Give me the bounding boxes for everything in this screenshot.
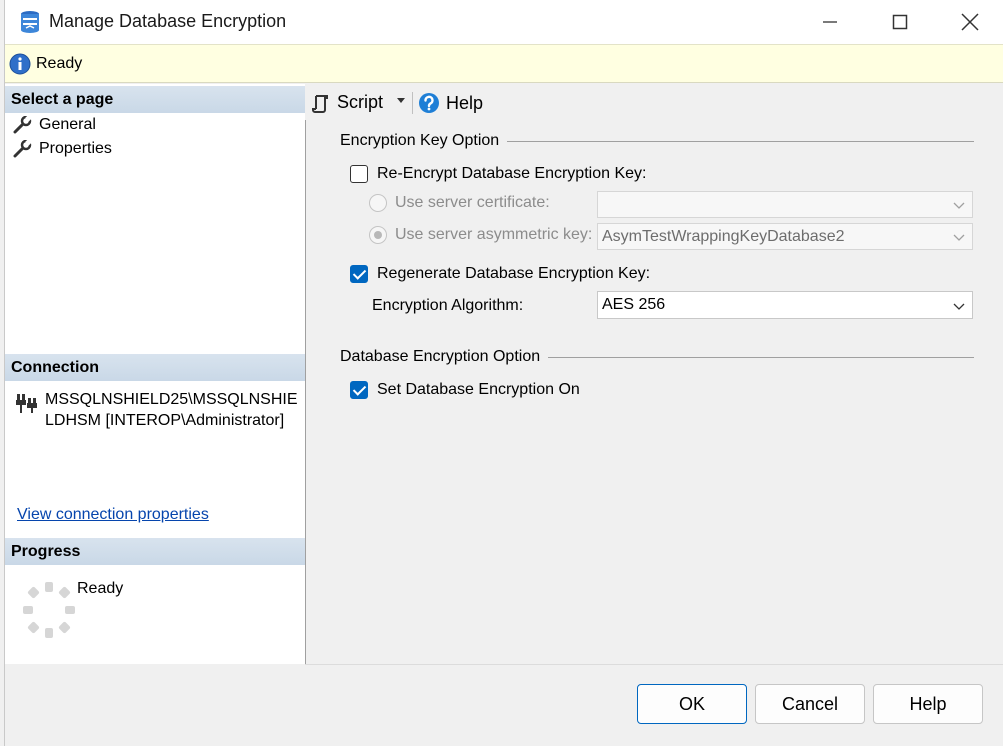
connection-plug-icon (16, 394, 37, 413)
close-button[interactable] (935, 0, 1003, 44)
page-item-label: Properties (39, 140, 112, 157)
server-asymmetric-key-select[interactable]: AsymTestWrappingKeyDatabase2 (597, 223, 973, 250)
status-text: Ready (36, 55, 83, 72)
reencrypt-checkbox[interactable] (350, 165, 368, 183)
server-asymmetric-key-label: Use server asymmetric key: (395, 226, 593, 243)
maximize-icon (892, 14, 908, 30)
server-certificate-radio[interactable] (369, 194, 387, 212)
encryption-key-group-title: Encryption Key Option (340, 132, 508, 150)
encryption-algorithm-select[interactable]: AES 256 (597, 291, 973, 319)
regenerate-key-checkbox[interactable] (350, 265, 368, 283)
script-label: Script (337, 92, 384, 112)
script-icon (312, 94, 328, 113)
help-button[interactable]: Help (873, 684, 983, 724)
connection-header: Connection (5, 354, 305, 381)
page-item-general[interactable]: General (13, 116, 96, 134)
ok-button[interactable]: OK (637, 684, 747, 724)
progress-status: Ready (77, 580, 124, 597)
script-dropdown-arrow[interactable] (397, 98, 405, 104)
help-icon (419, 93, 439, 113)
minimize-button[interactable] (795, 0, 865, 44)
connection-text: MSSQLNSHIELD25\MSSQLNSHIELDHSM [INTEROP\… (45, 391, 298, 429)
reencrypt-label: Re-Encrypt Database Encryption Key: (377, 165, 647, 182)
caret-down-icon (397, 98, 405, 103)
set-encryption-on-label: Set Database Encryption On (377, 381, 580, 398)
chevron-down-icon (953, 202, 965, 209)
database-app-icon (21, 11, 39, 33)
chevron-down-icon (953, 303, 965, 310)
close-icon (961, 13, 979, 31)
view-connection-properties-link[interactable]: View connection properties (17, 506, 209, 524)
server-certificate-select[interactable] (597, 191, 973, 218)
server-certificate-label: Use server certificate: (395, 194, 550, 211)
regenerate-key-label: Regenerate Database Encryption Key: (377, 265, 651, 282)
chevron-down-icon (953, 234, 965, 241)
server-asymmetric-key-radio[interactable] (369, 226, 387, 244)
help-toolbar-button[interactable]: Help (418, 92, 483, 114)
select-page-header: Select a page (5, 86, 305, 113)
left-panel: Select a page General Properties Connect… (5, 84, 306, 664)
window-title: Manage Database Encryption (49, 11, 287, 31)
dialog-window: Manage Database Encryption Ready Select … (4, 0, 1003, 746)
cancel-button[interactable]: Cancel (755, 684, 865, 724)
toolbar: Script Help (305, 84, 1003, 120)
progress-spinner-icon (23, 582, 75, 638)
footer-divider (305, 664, 1003, 665)
progress-header: Progress (5, 538, 305, 565)
script-button[interactable]: Script (311, 92, 383, 113)
maximize-button[interactable] (865, 0, 935, 44)
wrench-icon (13, 140, 32, 158)
encryption-algorithm-label: Encryption Algorithm: (372, 297, 524, 314)
set-encryption-on-checkbox[interactable] (350, 381, 368, 399)
page-item-properties[interactable]: Properties (13, 140, 112, 158)
toolbar-separator (412, 92, 413, 114)
page-item-label: General (39, 116, 96, 133)
wrench-icon (13, 116, 32, 134)
minimize-icon (823, 21, 837, 23)
status-info-bar: Ready (5, 44, 1003, 83)
help-toolbar-label: Help (446, 92, 484, 113)
info-icon (9, 53, 31, 75)
title-bar: Manage Database Encryption (5, 0, 1003, 44)
db-encryption-group-title: Database Encryption Option (340, 348, 549, 366)
